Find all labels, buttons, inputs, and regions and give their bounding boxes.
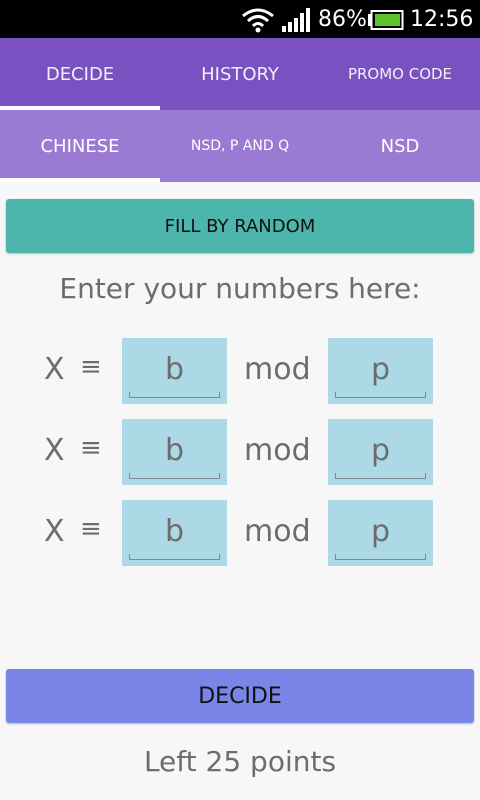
- mod-label: mod: [244, 433, 311, 468]
- input-underline: [335, 473, 426, 479]
- input-underline: [129, 473, 220, 479]
- p-placeholder: p: [370, 514, 391, 549]
- p-input[interactable]: p: [328, 338, 433, 404]
- status-bar: 86% 12:56: [0, 0, 480, 38]
- input-underline: [129, 392, 220, 398]
- variable-label: X: [44, 514, 65, 549]
- instructions-text: Enter your numbers here:: [59, 272, 421, 305]
- fill-by-random-button[interactable]: FILL BY RANDOM: [6, 199, 474, 253]
- tab-nsd[interactable]: NSD: [320, 110, 480, 182]
- equation-row: X ≡ b mod p: [0, 500, 480, 566]
- congruence-symbol: ≡: [80, 514, 102, 544]
- battery-percent: 86%: [318, 7, 367, 32]
- b-input[interactable]: b: [122, 419, 227, 485]
- input-underline: [129, 554, 220, 560]
- top-tab-bar: DECIDE HISTORY PROMO CODE: [0, 38, 480, 110]
- p-placeholder: p: [370, 352, 391, 387]
- sub-tab-bar: CHINESE NSD, P AND Q NSD: [0, 110, 480, 182]
- clock: 12:56: [410, 7, 474, 32]
- tab-chinese[interactable]: CHINESE: [0, 110, 160, 182]
- decide-button[interactable]: DECIDE: [6, 669, 474, 723]
- variable-label: X: [44, 352, 65, 387]
- b-placeholder: b: [164, 433, 185, 468]
- tab-history[interactable]: HISTORY: [160, 38, 320, 110]
- wifi-icon: [242, 8, 274, 33]
- congruence-symbol: ≡: [80, 352, 102, 382]
- points-remaining: Left 25 points: [143, 745, 337, 778]
- congruence-symbol: ≡: [80, 433, 102, 463]
- b-placeholder: b: [164, 514, 185, 549]
- variable-label: X: [44, 433, 65, 468]
- p-input[interactable]: p: [328, 500, 433, 566]
- b-placeholder: b: [164, 352, 185, 387]
- equation-row: X ≡ b mod p: [0, 338, 480, 404]
- p-input[interactable]: p: [328, 419, 433, 485]
- mod-label: mod: [244, 352, 311, 387]
- mod-label: mod: [244, 514, 311, 549]
- input-underline: [335, 554, 426, 560]
- battery-icon: [368, 10, 404, 30]
- tab-promo-code[interactable]: PROMO CODE: [320, 38, 480, 110]
- equation-row: X ≡ b mod p: [0, 419, 480, 485]
- signal-icon: [282, 8, 310, 32]
- b-input[interactable]: b: [122, 338, 227, 404]
- b-input[interactable]: b: [122, 500, 227, 566]
- tab-decide[interactable]: DECIDE: [0, 38, 160, 110]
- tab-nsd-p-and-q[interactable]: NSD, P AND Q: [160, 110, 320, 182]
- input-underline: [335, 392, 426, 398]
- p-placeholder: p: [370, 433, 391, 468]
